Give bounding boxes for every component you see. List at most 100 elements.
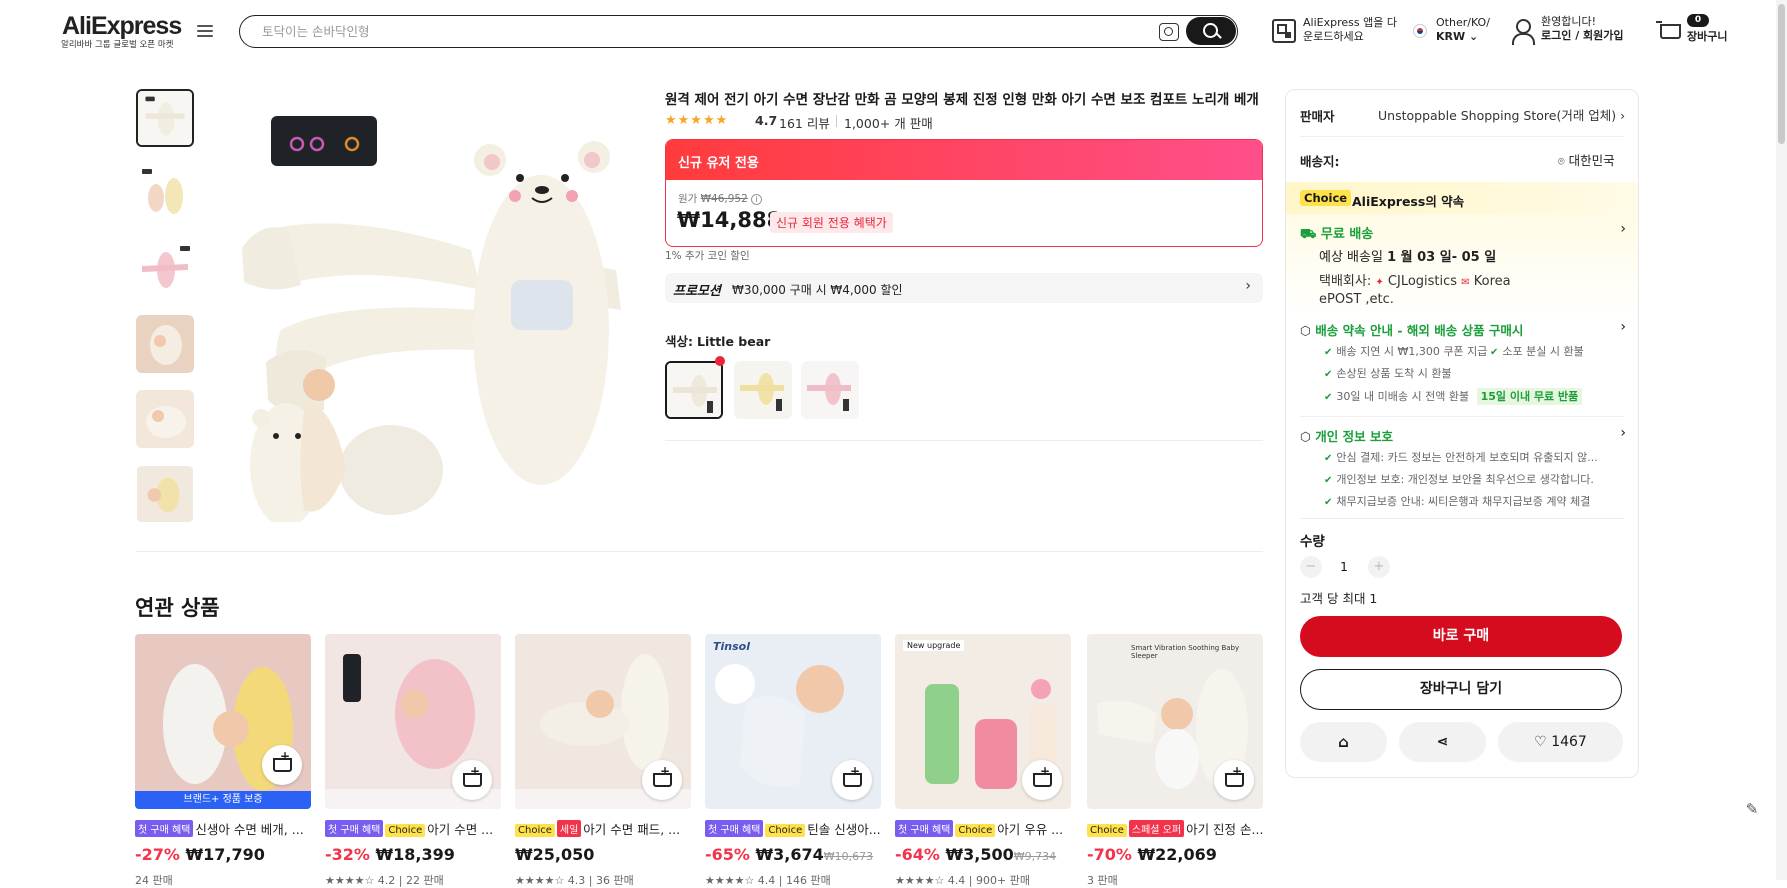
gallery-thumbnail[interactable]: [136, 89, 194, 147]
check-icon: ✔: [1324, 475, 1333, 486]
rating-and-sold: ★★★★☆ 4.4 | 146 판매: [705, 874, 831, 887]
gallery-thumbnail[interactable]: [136, 466, 194, 522]
product-name[interactable]: 첫 구매 혜택 Choice 아기 우유 ...: [895, 819, 1071, 837]
quantity-limit: 고객 당 최대 1: [1300, 591, 1378, 606]
chevron-right-icon[interactable]: ›: [1620, 425, 1626, 441]
menu-icon[interactable]: [197, 25, 213, 39]
ship-to-selector[interactable]: ⌾ 대한민국: [1558, 150, 1615, 169]
aliexpress-logo[interactable]: AliExpress: [62, 12, 182, 41]
related-product-card[interactable]: 브랜드+ 정품 보증 첫 구매 혜택신생아 수면 베개, ... -27% ₩1…: [135, 634, 311, 888]
related-product-card[interactable]: New upgrade 첫 구매 혜택Choice아기 우유 ... -64% …: [895, 634, 1071, 888]
logo-subtitle: 알리바바 그룹 글로벌 오픈 마켓: [61, 40, 174, 50]
search-input[interactable]: [262, 22, 1062, 41]
add-to-cart-icon[interactable]: [642, 760, 682, 800]
sold-count: 24 판매: [135, 874, 173, 887]
add-to-cart-icon[interactable]: [452, 760, 492, 800]
product-price: -65% ₩3,674₩10,673: [705, 845, 874, 864]
related-product-card[interactable]: 첫 구매 혜택Choice아기 수면 ... -32% ₩18,399 ★★★★…: [325, 634, 501, 888]
add-to-cart-icon[interactable]: [1022, 760, 1062, 800]
epost-logo-icon: ✉: [1461, 277, 1470, 288]
cart-label[interactable]: 장바구니: [1687, 30, 1727, 44]
app-download-link[interactable]: AliExpress 앱을 다 운로드하세요: [1303, 16, 1397, 44]
account-link[interactable]: 환영합니다! 로그인 / 회원가입: [1541, 15, 1624, 43]
seller-store-link[interactable]: Unstoppable Shopping Store(거래 업체) ›: [1378, 105, 1625, 124]
product-image-caption: Smart Vibration Soothing Baby Sleeper: [1131, 644, 1240, 660]
cart-icon[interactable]: [1656, 20, 1681, 42]
store-button[interactable]: ⌂: [1300, 722, 1387, 762]
related-product-card[interactable]: Smart Vibration Soothing Baby Sleeper Ch…: [1087, 634, 1263, 888]
buy-now-button[interactable]: 바로 구매: [1300, 616, 1622, 657]
user-icon[interactable]: [1511, 18, 1535, 45]
check-icon: ✔: [1324, 497, 1333, 508]
product-name[interactable]: Choice 스페셜 오퍼 아기 진정 손...: [1087, 819, 1263, 837]
truck-icon: ⛟: [1300, 227, 1317, 242]
choice-promise-banner: Choice AliExpress의 약속: [1286, 182, 1638, 214]
rating-stars-icon: ★★★★★: [665, 113, 729, 128]
info-icon[interactable]: i: [751, 193, 763, 205]
shield-check-icon: ⬡: [1300, 429, 1311, 444]
product-image[interactable]: Tinsol: [705, 634, 881, 809]
choice-tag: Choice: [1087, 824, 1127, 837]
qr-code-icon[interactable]: [1272, 19, 1296, 43]
product-name[interactable]: Choice 세일 아기 수면 패드, ...: [515, 819, 691, 837]
add-to-cart-icon[interactable]: [832, 760, 872, 800]
product-price: -64% ₩3,500₩9,734: [895, 845, 1057, 864]
check-icon: ✔: [1324, 392, 1333, 403]
promotion-bar[interactable]: 프로모션 ₩30,000 구매 시 ₩4,000 할인 ›: [665, 273, 1263, 303]
location-pin-icon: ⌾: [1558, 155, 1565, 168]
product-name[interactable]: 첫 구매 혜택 Choice 아기 수면 ...: [325, 819, 501, 837]
gallery-thumbnail[interactable]: [136, 390, 194, 448]
add-to-cart-icon[interactable]: [262, 745, 302, 785]
color-swatch-yellow[interactable]: [734, 361, 792, 419]
quantity-increase-button[interactable]: +: [1368, 556, 1390, 578]
product-image[interactable]: New upgrade: [895, 634, 1071, 809]
wishlist-button[interactable]: ♡ 1467: [1498, 722, 1623, 762]
chevron-right-icon[interactable]: ›: [1620, 319, 1626, 335]
color-swatch-little-bear[interactable]: [665, 361, 723, 419]
product-title: 원격 제어 전기 아기 수면 장난감 만화 곰 모양의 봉제 진정 인형 만화 …: [665, 92, 1259, 108]
privacy-row[interactable]: ⬡ 개인 정보 보호: [1300, 426, 1393, 445]
check-icon: ✔: [1324, 453, 1333, 464]
check-icon: ✔: [1324, 369, 1333, 380]
check-icon: ✔: [1324, 347, 1333, 358]
region-currency-selector[interactable]: Other/KO/KRW ⌄: [1436, 16, 1490, 44]
edit-pencil-icon[interactable]: ✎: [1742, 800, 1762, 820]
divider: [665, 440, 1263, 441]
add-to-cart-button[interactable]: 장바구니 담기: [1300, 669, 1622, 710]
quantity-decrease-button[interactable]: −: [1300, 556, 1322, 578]
price-badge: 신규 회원 전용 혜택가: [770, 212, 893, 233]
delivery-guarantee-row[interactable]: ⬡ 배송 약속 안내 - 해외 배송 상품 구매시: [1300, 320, 1523, 339]
gallery-thumbnail[interactable]: [136, 240, 194, 298]
price-box: 신규 유저 전용 원가 ₩46,952 i ₩14,888 신규 회원 전용 혜…: [665, 139, 1263, 247]
divider: [1300, 416, 1624, 417]
free-shipping-row[interactable]: ⛟ 무료 배송: [1300, 223, 1373, 244]
product-image[interactable]: [325, 634, 501, 809]
first-purchase-tag: 첫 구매 혜택: [135, 820, 194, 837]
share-button[interactable]: ⋖: [1399, 722, 1486, 762]
guarantee-item: ✔ 배송 지연 시 ₩1,300 쿠폰 지급: [1324, 345, 1488, 358]
main-product-image[interactable]: [226, 100, 636, 522]
scrollbar-thumb[interactable]: [1778, 4, 1785, 144]
product-name[interactable]: 첫 구매 혜택 신생아 수면 베개, ...: [135, 819, 311, 837]
choice-tag: Choice: [765, 824, 806, 837]
image-search-icon[interactable]: [1159, 23, 1179, 41]
rating-value: 4.7: [755, 113, 778, 128]
product-image[interactable]: [515, 634, 691, 809]
related-product-card[interactable]: Tinsol 첫 구매 혜택Choice틴솔 신생아... -65% ₩3,67…: [705, 634, 881, 888]
gallery-thumbnail[interactable]: [136, 164, 194, 222]
color-swatch-pink[interactable]: [801, 361, 859, 419]
special-offer-tag: 스페셜 오퍼: [1128, 820, 1185, 837]
product-image[interactable]: Smart Vibration Soothing Baby Sleeper: [1087, 634, 1263, 809]
add-to-cart-icon[interactable]: [1214, 760, 1254, 800]
gallery-thumbnail[interactable]: [136, 315, 194, 373]
product-name[interactable]: 첫 구매 혜택 Choice 틴솔 신생아...: [705, 819, 881, 837]
search-button[interactable]: [1186, 17, 1236, 45]
related-product-card[interactable]: Choice세일아기 수면 패드, ... ₩25,050 ★★★★☆ 4.3 …: [515, 634, 691, 888]
review-count-link[interactable]: 161 리뷰: [779, 113, 830, 132]
carrier-info: 택배회사: ✦ CJLogistics ✉ Korea: [1319, 274, 1511, 289]
product-image[interactable]: 브랜드+ 정품 보증: [135, 634, 311, 809]
chevron-right-icon[interactable]: ›: [1620, 221, 1626, 237]
heart-icon: ♡: [1534, 734, 1547, 750]
shield-icon: ⬡: [1300, 323, 1311, 338]
quantity-value[interactable]: 1: [1340, 559, 1348, 574]
